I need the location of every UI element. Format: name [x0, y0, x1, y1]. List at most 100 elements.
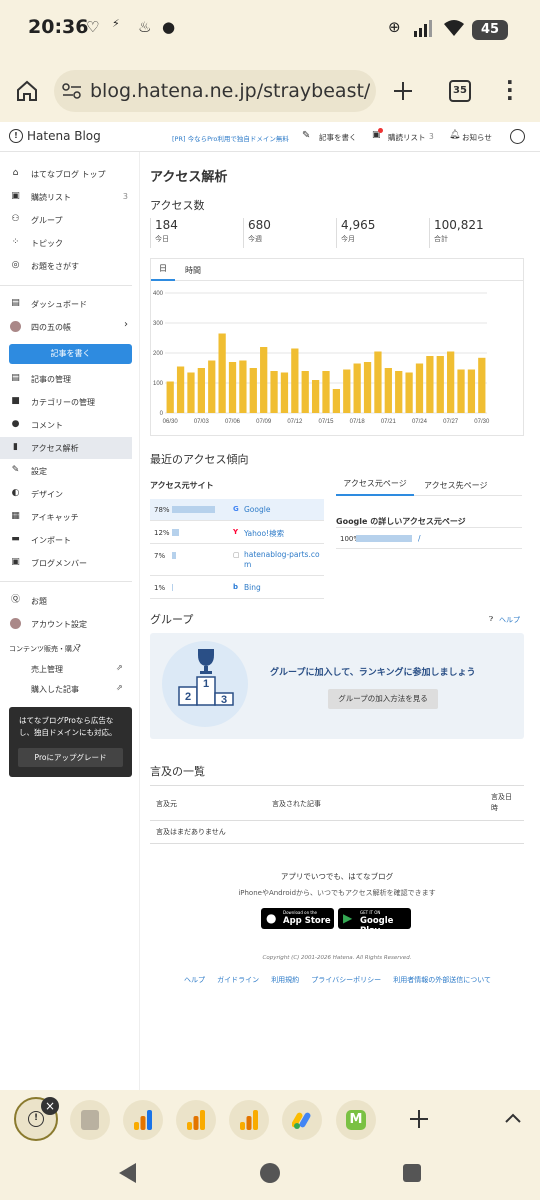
footer-link-terms[interactable]: 利用規約: [271, 976, 299, 984]
source-link[interactable]: Yahoo!検索: [244, 528, 284, 539]
write-article-button[interactable]: 記事を書く: [9, 344, 132, 364]
write-article-link[interactable]: 記事を書く: [319, 132, 357, 143]
chart-bar-07/08[interactable]: [249, 368, 257, 413]
tab-bubble-analytics-3[interactable]: [229, 1100, 269, 1140]
sidebar-item-account[interactable]: アカウント設定: [0, 613, 132, 635]
tab-bubble-adsense[interactable]: [282, 1100, 322, 1140]
site-settings-icon[interactable]: [62, 82, 82, 100]
chart-bar-07/23[interactable]: [405, 372, 413, 414]
sidebar-item-members[interactable]: ▣ ブログメンバー: [0, 552, 132, 574]
chart-bar-07/04[interactable]: [208, 360, 216, 414]
app-store-badge[interactable]: ● Download on the App Store: [261, 908, 334, 929]
footer-link-external[interactable]: 利用者情報の外部送信について: [393, 976, 491, 984]
sidebar-item-odai-search[interactable]: ◎ お題をさがす: [0, 255, 132, 277]
sidebar-item-dashboard[interactable]: ▤ ダッシュボード: [0, 293, 132, 315]
chart-bar-07/27[interactable]: [447, 351, 455, 414]
home-icon[interactable]: [15, 79, 39, 103]
sidebar-item-design[interactable]: ◐ デザイン: [0, 483, 132, 505]
footer-link-guidelines[interactable]: ガイドライン: [217, 976, 259, 984]
sidebar-blog-selector[interactable]: 四の五の帳 ›: [0, 316, 132, 338]
chart-bar-07/25[interactable]: [426, 356, 434, 413]
promo-link[interactable]: [PR] 今ならPro利用で独自ドメイン無料: [172, 133, 289, 143]
sidebar-item-eyecatch[interactable]: ▦ アイキャッチ: [0, 506, 132, 528]
chart-bar-07/26[interactable]: [436, 356, 444, 413]
menu-icon[interactable]: · · ·: [506, 72, 514, 108]
home-nav-icon[interactable]: [260, 1163, 280, 1183]
sales-link[interactable]: 売上管理: [31, 664, 63, 675]
sidebar-item-categories[interactable]: ■ カテゴリーの管理: [0, 391, 132, 413]
chart-bar-07/05[interactable]: [218, 333, 226, 414]
chart-bar-07/20[interactable]: [374, 351, 382, 414]
chart-bar-07/18[interactable]: [353, 363, 361, 414]
chart-bar-07/16[interactable]: [332, 389, 341, 413]
source-row[interactable]: 12% Y Yahoo!検索: [150, 522, 324, 544]
footer-link-help[interactable]: ヘルプ: [184, 976, 205, 984]
tab-bubble-photo[interactable]: [70, 1100, 110, 1140]
chart-bar-07/15[interactable]: [322, 371, 330, 413]
chart-bar-07/01[interactable]: [176, 366, 185, 414]
sidebar-item-topic[interactable]: ⁘ トピック: [0, 232, 132, 254]
source-link[interactable]: Bing: [244, 583, 261, 592]
group-help-link[interactable]: ヘルプ: [499, 615, 520, 625]
sidebar-item-articles[interactable]: ▤ 記事の管理: [0, 368, 132, 390]
sidebar-item-reading-list[interactable]: ▣ 購読リスト 3: [0, 186, 132, 208]
user-icon[interactable]: [510, 129, 525, 144]
group-join-button[interactable]: グループの加入方法を見る: [328, 689, 438, 709]
tab-hourly[interactable]: 時間: [185, 265, 201, 276]
footer-link-privacy[interactable]: プライバシーポリシー: [311, 976, 381, 984]
chart-bar-07/29[interactable]: [467, 369, 476, 414]
sidebar-item-top[interactable]: ⌂ はてなブログ トップ: [0, 163, 132, 185]
chart-bar-07/13[interactable]: [301, 371, 309, 413]
chart-bar-07/12[interactable]: [291, 348, 299, 414]
chart-bar-07/07[interactable]: [239, 360, 247, 414]
url-text[interactable]: blog.hatena.ne.jp/straybeast/st: [90, 80, 370, 102]
source-row[interactable]: 78% G Google: [150, 499, 324, 521]
tab-referrer-pages[interactable]: アクセス元ページ: [336, 474, 414, 496]
tab-bubble-analytics-1[interactable]: [123, 1100, 163, 1140]
chart-bar-07/06[interactable]: [228, 362, 237, 413]
chart-bar-07/09[interactable]: [260, 347, 268, 413]
tab-switcher-button[interactable]: 35: [449, 80, 471, 102]
pro-upgrade-button[interactable]: Proにアップグレード: [18, 748, 123, 767]
source-row[interactable]: 1% b Bing: [150, 577, 324, 599]
chart-bar-07/30[interactable]: [478, 357, 486, 413]
close-tab-icon[interactable]: ×: [41, 1097, 59, 1115]
chart-bar-07/02[interactable]: [187, 372, 195, 414]
purchased-link[interactable]: 購入した記事: [31, 684, 79, 695]
add-tab-icon[interactable]: [409, 1109, 429, 1129]
back-nav-icon[interactable]: [116, 1161, 138, 1185]
hatena-blog-logo[interactable]: Hatena Blog: [27, 129, 101, 143]
notifications-link[interactable]: お知らせ: [462, 132, 492, 143]
tab-daily[interactable]: 日: [151, 259, 175, 281]
sidebar-item-group[interactable]: ⚇ グループ: [0, 209, 132, 231]
chart-bar-07/14[interactable]: [311, 380, 320, 413]
chart-bar-07/10[interactable]: [270, 371, 278, 413]
sidebar-item-odai[interactable]: Ⓠ お題: [0, 590, 132, 612]
source-row[interactable]: 7% ▢ hatenablog-parts.com: [150, 545, 324, 576]
chart-bar-07/11[interactable]: [280, 372, 289, 414]
chart-bar-07/19[interactable]: [363, 362, 372, 413]
source-link[interactable]: hatenablog-parts.com: [244, 550, 322, 570]
chart-bar-07/24[interactable]: [415, 363, 424, 414]
page-link[interactable]: /: [418, 534, 421, 543]
new-tab-icon[interactable]: [392, 80, 414, 102]
google-play-badge[interactable]: ▶ GET IT ON Google Play: [338, 908, 411, 936]
tab-bubble-m[interactable]: M: [336, 1100, 376, 1140]
recents-nav-icon[interactable]: [403, 1164, 421, 1182]
chart-bar-07/03[interactable]: [197, 368, 205, 413]
help-icon[interactable]: ❓︎: [76, 643, 81, 653]
source-link[interactable]: Google: [244, 505, 270, 514]
sidebar-item-analytics[interactable]: ▮ アクセス解析: [0, 437, 132, 459]
chart-bar-07/21[interactable]: [384, 368, 392, 413]
tab-landing-pages[interactable]: アクセス先ページ: [424, 480, 487, 491]
tab-bubble-analytics-2[interactable]: [176, 1100, 216, 1140]
reading-list-link[interactable]: 購読リスト: [388, 132, 426, 143]
chart-bar-07/17[interactable]: [343, 369, 351, 414]
chart-bar-07/28[interactable]: [457, 369, 465, 414]
chart-bar-06/30[interactable]: [166, 381, 174, 414]
chevron-up-icon[interactable]: [504, 1112, 522, 1124]
sidebar-item-import[interactable]: ▬ インポート: [0, 529, 132, 551]
chart-bar-07/22[interactable]: [395, 371, 403, 413]
google-page-row[interactable]: 100% /: [336, 527, 522, 549]
sidebar-item-settings[interactable]: ✎ 設定: [0, 460, 132, 482]
